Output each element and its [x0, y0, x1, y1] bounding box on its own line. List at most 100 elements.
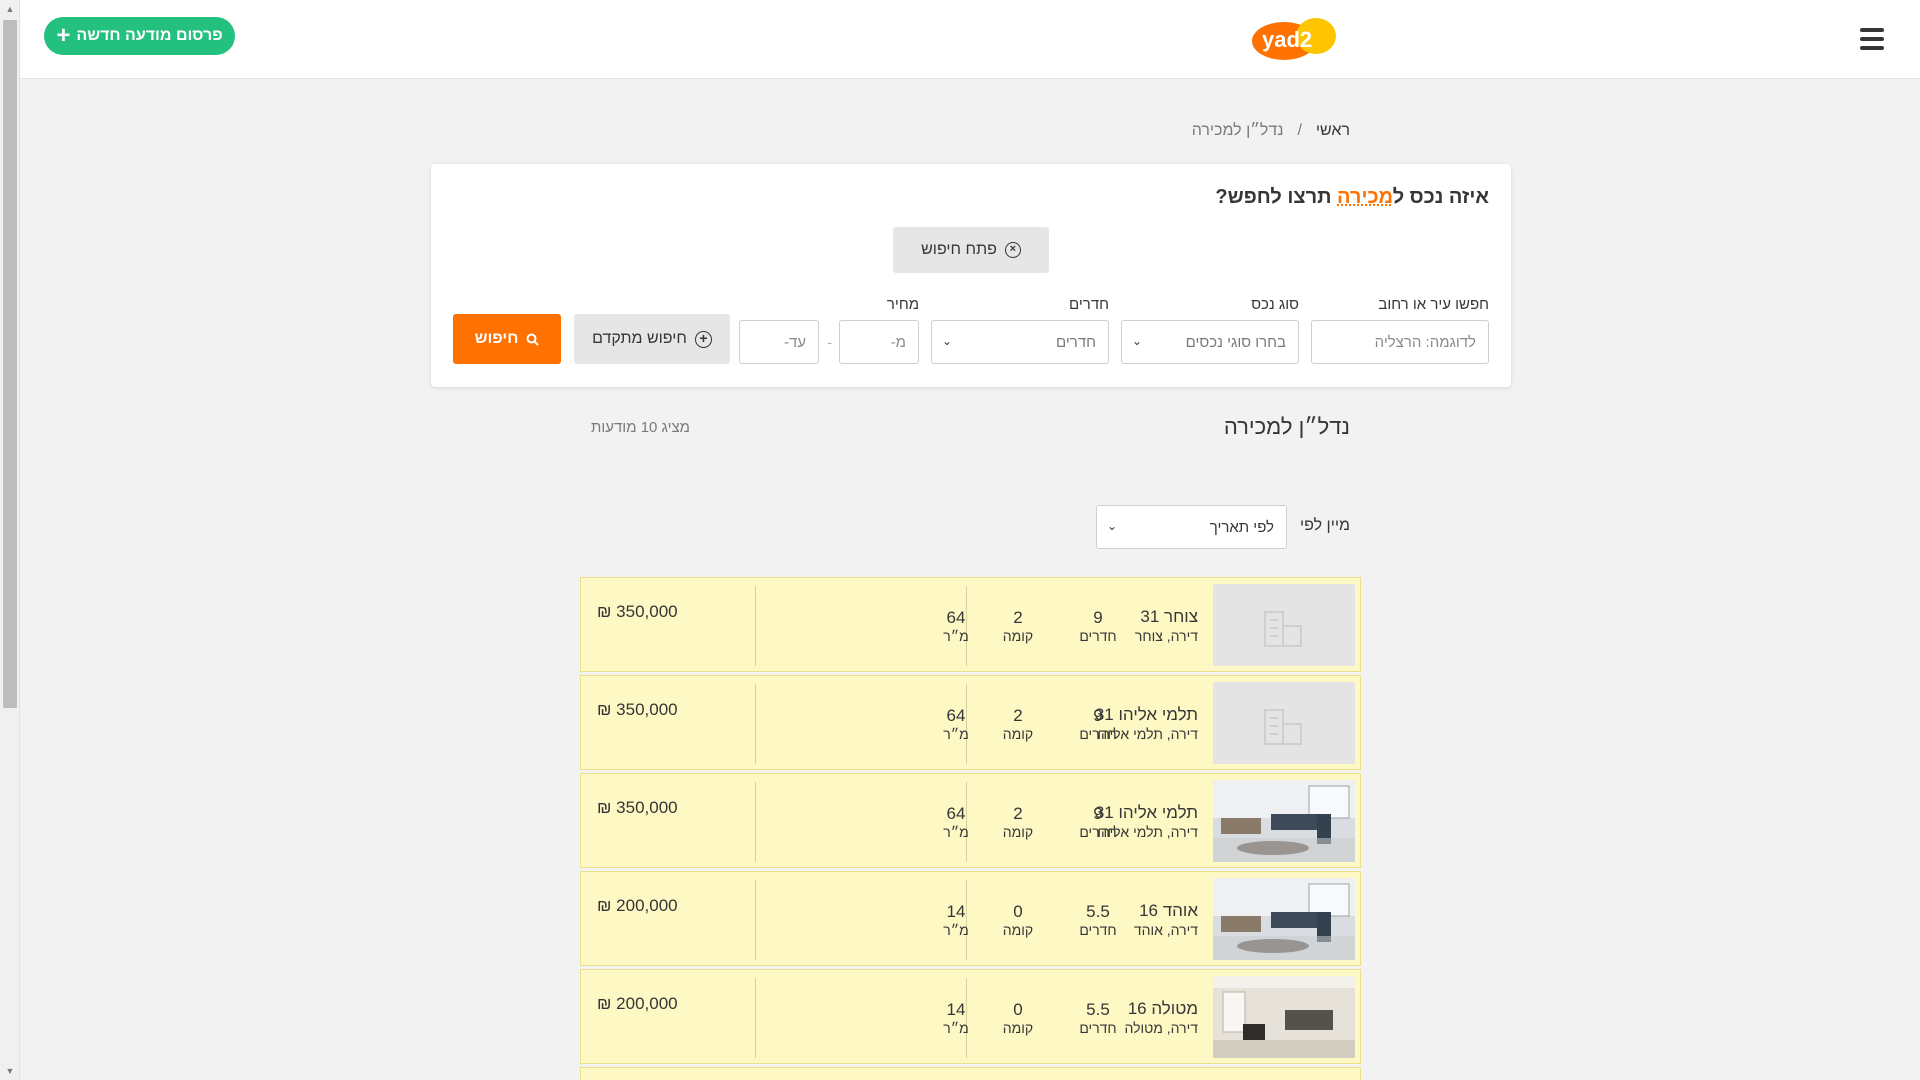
listing-thumbnail[interactable]	[1213, 878, 1355, 960]
listing-size: 64 מ״ר	[926, 804, 986, 840]
listing-size-label: מ״ר	[943, 628, 969, 644]
listing-floor-label: קומה	[1002, 922, 1034, 938]
open-search-label: פתח חיפוש	[921, 241, 997, 258]
city-input[interactable]	[1312, 321, 1476, 363]
results-count: מציג 10 מודעות	[591, 419, 690, 436]
listing-price: 200,000 ₪	[597, 896, 678, 915]
property-type-select[interactable]: בחרו סוגי נכסים ⌄	[1121, 320, 1299, 364]
listing-subtitle: דירה, אוהד	[1133, 922, 1198, 938]
listing-thumbnail[interactable]	[1213, 780, 1355, 862]
publish-ad-label: פרסום מודעה חדשה	[76, 27, 223, 44]
open-search-button[interactable]: × פתח חיפוש	[893, 227, 1049, 273]
sort-select[interactable]: לפי תאריך ⌄	[1096, 505, 1287, 549]
site-header: פרסום מודעה חדשה + yad2	[20, 0, 1920, 79]
listing-item[interactable]: צוחר 31 דירה, צוחר 9 חדרים 2 קומה 64 מ״ר…	[580, 577, 1361, 672]
listing-floor-label: קומה	[1002, 726, 1034, 742]
scroll-down-icon[interactable]: ▼	[0, 1062, 20, 1080]
listing-size-value: 64	[946, 608, 966, 627]
living-room-photo	[1213, 878, 1355, 960]
listing-title: צוחר 31	[1140, 607, 1198, 626]
listing-rooms-value: 5.5	[1086, 1000, 1110, 1019]
price-from-input[interactable]	[840, 321, 906, 363]
listing-size-label: מ״ר	[943, 922, 969, 938]
listing-floor: 2 קומה	[988, 804, 1048, 840]
sort-value: לפי תאריך	[1209, 518, 1274, 536]
listing-item[interactable]: תלמי אליהו 31 דירה, תלמי אליהו 9 חדרים 2…	[580, 675, 1361, 770]
breadcrumb: ראשי / נדל״ן למכירה	[1192, 122, 1350, 140]
listing-thumbnail[interactable]	[1213, 976, 1355, 1058]
listing-floor: 2 קומה	[988, 706, 1048, 742]
listing-rooms-label: חדרים	[1079, 922, 1117, 938]
listing-size-label: מ״ר	[943, 824, 969, 840]
listing-item[interactable]: מטולה 16 דירה, מטולה 5.5 חדרים 0 קומה 14…	[580, 969, 1361, 1064]
listing-item[interactable]: תלמי אליהו 31 דירה, תלמי אליהו 9 חדרים 2…	[580, 773, 1361, 868]
listing-subtitle: דירה, צוחר	[1134, 628, 1198, 644]
search-title-highlight[interactable]: מכירה	[1337, 186, 1393, 208]
listing-size: 14 מ״ר	[926, 902, 986, 938]
breadcrumb-home[interactable]: ראשי	[1316, 122, 1350, 140]
listing-floor-value: 0	[1013, 902, 1023, 921]
listing-rooms-value: 9	[1093, 804, 1103, 823]
scrollbar-thumb[interactable]	[3, 20, 17, 708]
listing-floor-value: 0	[1013, 1000, 1023, 1019]
plus-icon: +	[56, 22, 71, 49]
listing-item-partial[interactable]	[580, 1067, 1361, 1080]
listing-price: 200,000 ₪	[597, 994, 678, 1013]
breadcrumb-current[interactable]: נדל״ן למכירה	[1192, 122, 1284, 140]
listing-rooms-label: חדרים	[1079, 1020, 1117, 1036]
listing-thumbnail[interactable]	[1213, 584, 1355, 666]
listing-size: 64 מ״ר	[926, 608, 986, 644]
listing-thumbnail[interactable]	[1213, 682, 1355, 764]
listing-size-label: מ״ר	[943, 1020, 969, 1036]
plus-circle-icon: +	[694, 330, 712, 348]
scroll-up-icon[interactable]: ▲	[0, 0, 20, 18]
listing-floor-value: 2	[1013, 804, 1023, 823]
building-placeholder-icon	[1213, 584, 1355, 666]
room-photo	[1213, 976, 1355, 1058]
building-placeholder-icon	[1213, 682, 1355, 764]
search-title-suffix: תרצו לחפש?	[1215, 186, 1338, 208]
rooms-select[interactable]: חדרים ⌄	[931, 320, 1109, 364]
city-field[interactable]	[1311, 320, 1489, 364]
search-title-prefix: איזה נכס ל	[1393, 186, 1489, 208]
advanced-search-button[interactable]: + חיפוש מתקדם	[574, 314, 730, 364]
advanced-search-label: חיפוש מתקדם	[592, 330, 687, 347]
price-to-field[interactable]	[739, 320, 819, 364]
breadcrumb-separator: /	[1297, 122, 1302, 139]
listing-rooms-value: 5.5	[1086, 902, 1110, 921]
yad2-logo[interactable]: yad2	[1250, 14, 1340, 62]
listing-size-label: מ״ר	[943, 726, 969, 742]
publish-ad-button[interactable]: פרסום מודעה חדשה +	[44, 17, 235, 55]
listing-price: 350,000 ₪	[597, 700, 678, 719]
listing-floor-label: קומה	[1002, 1020, 1034, 1036]
menu-icon[interactable]	[1860, 28, 1884, 50]
listing-size-value: 14	[946, 1000, 966, 1019]
price-label: מחיר	[886, 296, 919, 313]
listing-floor-label: קומה	[1002, 824, 1034, 840]
listing-title: אוהד 16	[1139, 901, 1198, 920]
search-title: איזה נכס למכירה תרצו לחפש?	[1215, 186, 1489, 209]
listing-title: מטולה 16	[1127, 999, 1198, 1018]
listing-floor-value: 2	[1013, 706, 1023, 725]
price-to-input[interactable]	[740, 321, 806, 363]
listing-size-value: 14	[946, 902, 966, 921]
listing-rooms-value: 9	[1093, 706, 1103, 725]
listing-rooms: 9 חדרים	[1068, 608, 1128, 644]
listing-price: 350,000 ₪	[597, 602, 678, 621]
rooms-label: חדרים	[1069, 296, 1109, 313]
listing-floor: 0 קומה	[988, 1000, 1048, 1036]
listing-rooms-label: חדרים	[1079, 726, 1117, 742]
living-room-photo	[1213, 780, 1355, 862]
listing-size-value: 64	[946, 804, 966, 823]
listing-floor: 0 קומה	[988, 902, 1048, 938]
price-from-field[interactable]	[839, 320, 919, 364]
listing-rooms-value: 9	[1093, 608, 1103, 627]
listing-item[interactable]: אוהד 16 דירה, אוהד 5.5 חדרים 0 קומה 14 מ…	[580, 871, 1361, 966]
close-circle-icon: ×	[1004, 242, 1021, 258]
listing-rooms: 5.5 חדרים	[1068, 902, 1128, 938]
search-button[interactable]: חיפוש	[453, 314, 561, 364]
page-scrollbar[interactable]: ▲ ▼	[0, 0, 20, 1080]
chevron-down-icon: ⌄	[942, 334, 953, 348]
listing-rooms: 9 חדרים	[1068, 804, 1128, 840]
listings-list: צוחר 31 דירה, צוחר 9 חדרים 2 קומה 64 מ״ר…	[580, 577, 1361, 1080]
